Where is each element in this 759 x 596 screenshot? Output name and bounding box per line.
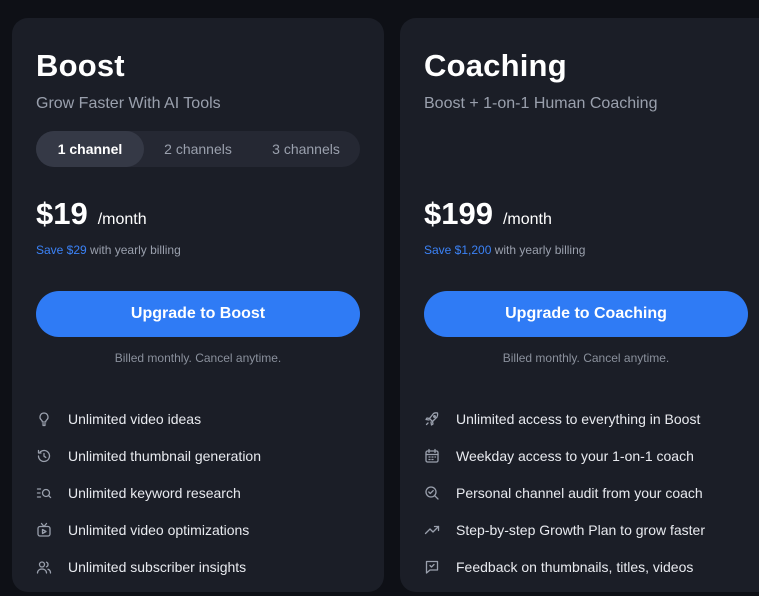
feature-text: Unlimited video optimizations xyxy=(68,521,250,538)
feature-text: Unlimited video ideas xyxy=(68,410,202,427)
list-search-icon xyxy=(36,485,52,501)
yearly-savings: Save $1,200 with yearly billing xyxy=(424,243,585,257)
feature-item: Weekday access to your 1-on-1 coach xyxy=(424,437,705,474)
feature-text: Step-by-step Growth Plan to grow faster xyxy=(456,521,705,538)
price-period: /month xyxy=(502,211,552,228)
feature-item: Unlimited keyword research xyxy=(36,474,261,511)
feature-list: Unlimited access to everything in Boost … xyxy=(424,400,705,585)
feature-item: Step-by-step Growth Plan to grow faster xyxy=(424,511,705,548)
feature-text: Unlimited subscriber insights xyxy=(68,558,247,575)
feature-item: Unlimited access to everything in Boost xyxy=(424,400,705,437)
search-check-icon xyxy=(424,485,440,501)
channel-selector: 1 channel 2 channels 3 channels xyxy=(36,131,360,167)
plan-title: Boost xyxy=(36,48,125,83)
yearly-savings: Save $29 with yearly billing xyxy=(36,243,181,257)
save-amount: Save $1,200 xyxy=(424,243,492,257)
plan-subtitle: Grow Faster With AI Tools xyxy=(36,95,221,112)
users-icon xyxy=(36,559,52,575)
plan-title: Coaching xyxy=(424,48,567,83)
feature-text: Feedback on thumbnails, titles, videos xyxy=(456,558,694,575)
save-suffix: with yearly billing xyxy=(86,243,181,257)
billing-note: Billed monthly. Cancel anytime. xyxy=(114,351,282,365)
lightbulb-icon xyxy=(36,411,52,427)
feature-text: Unlimited keyword research xyxy=(68,484,241,501)
rocket-icon xyxy=(424,411,440,427)
trending-up-icon xyxy=(424,522,440,538)
feature-text: Unlimited thumbnail generation xyxy=(68,447,261,464)
price-row: $19 /month xyxy=(36,196,147,232)
feature-text: Personal channel audit from your coach xyxy=(456,484,703,501)
feature-item: Unlimited video ideas xyxy=(36,400,261,437)
feature-list: Unlimited video ideas Unlimited thumbnai… xyxy=(36,400,261,585)
save-amount: Save $29 xyxy=(36,243,87,257)
price-row: $199 /month xyxy=(424,196,552,232)
feature-text: Unlimited access to everything in Boost xyxy=(456,410,701,427)
feature-item: Unlimited subscriber insights xyxy=(36,548,261,585)
upgrade-to-coaching-button[interactable]: Upgrade to Coaching xyxy=(424,291,748,337)
channel-option-2[interactable]: 2 channels xyxy=(144,131,252,167)
feature-item: Personal channel audit from your coach xyxy=(424,474,705,511)
billing-note: Billed monthly. Cancel anytime. xyxy=(502,351,670,365)
refresh-icon xyxy=(36,448,52,464)
feature-item: Feedback on thumbnails, titles, videos xyxy=(424,548,705,585)
video-optimize-icon xyxy=(36,522,52,538)
upgrade-to-boost-button[interactable]: Upgrade to Boost xyxy=(36,291,360,337)
feature-text: Weekday access to your 1-on-1 coach xyxy=(456,447,694,464)
calendar-icon xyxy=(424,448,440,464)
price: $19 xyxy=(36,196,88,231)
feature-item: Unlimited video optimizations xyxy=(36,511,261,548)
save-suffix: with yearly billing xyxy=(491,243,586,257)
message-icon xyxy=(424,559,440,575)
channel-option-1[interactable]: 1 channel xyxy=(36,131,144,167)
feature-item: Unlimited thumbnail generation xyxy=(36,437,261,474)
price: $199 xyxy=(424,196,493,231)
channel-option-3[interactable]: 3 channels xyxy=(252,131,360,167)
price-period: /month xyxy=(97,211,147,228)
plan-subtitle: Boost + 1-on-1 Human Coaching xyxy=(424,95,658,112)
plan-card-boost: Boost Grow Faster With AI Tools 1 channe… xyxy=(12,18,384,592)
plan-card-coaching: Coaching Boost + 1-on-1 Human Coaching $… xyxy=(400,18,759,592)
